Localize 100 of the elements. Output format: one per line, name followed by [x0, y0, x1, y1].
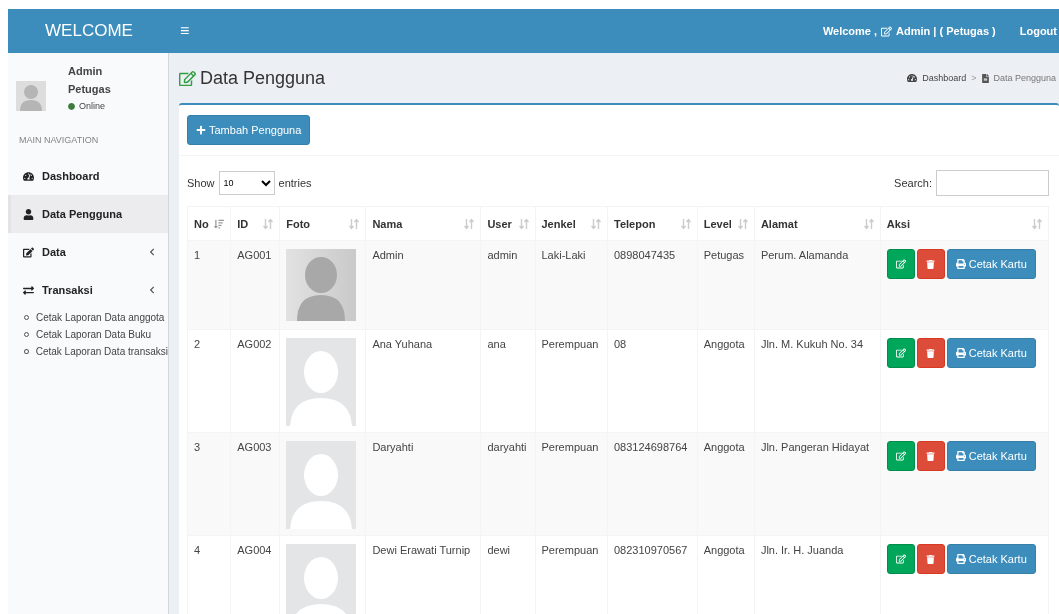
nav-item[interactable]: Data Pengguna: [8, 195, 168, 233]
edit-button[interactable]: [886, 338, 915, 368]
id-cell: AG001: [230, 240, 280, 330]
user-name: Admin: [68, 65, 104, 77]
name-cell: Ana Yuhana: [365, 329, 481, 433]
phone-cell: 08: [607, 329, 698, 433]
phone-cell: 083124698764: [607, 432, 698, 536]
breadcrumb-current: Data Pengguna: [981, 73, 1056, 83]
id-cell: AG003: [230, 432, 280, 536]
column-header[interactable]: User: [480, 206, 535, 241]
logout-link[interactable]: Logout: [1019, 25, 1057, 37]
print-card-button[interactable]: Cetak Kartu: [946, 441, 1036, 471]
edit-icon: [179, 69, 196, 87]
printer-icon: [955, 348, 966, 358]
exchange-icon: [23, 284, 34, 296]
welcome-text: Welcome ,: [822, 25, 878, 37]
column-header[interactable]: Level: [697, 206, 755, 241]
plus-icon: [196, 125, 206, 135]
sort-icon[interactable]: [737, 217, 748, 230]
show-label: Show: [187, 177, 215, 189]
chevron-icon: [148, 248, 156, 256]
avatar-photo: [286, 249, 357, 321]
name-cell: Admin: [365, 240, 481, 330]
delete-button[interactable]: [916, 441, 945, 471]
nav-item[interactable]: Dashboard: [8, 157, 168, 195]
level-cell: Anggota: [697, 432, 755, 536]
search-field[interactable]: [936, 170, 1049, 196]
username-cell: daryahti: [480, 432, 535, 536]
gender-cell: Laki-Laki: [535, 240, 608, 330]
edit-icon: [881, 25, 893, 37]
address-cell: Jln. M. Kukuh No. 34: [754, 329, 881, 433]
sort-icon[interactable]: [863, 217, 874, 230]
trash-icon: [926, 348, 936, 358]
address-cell: Perum. Alamanda: [754, 240, 881, 330]
dashboard-icon: [23, 170, 34, 182]
delete-button[interactable]: [916, 544, 945, 574]
sort-icon[interactable]: [518, 217, 529, 230]
submenu-link[interactable]: Cetak Laporan Data Buku: [36, 326, 152, 343]
brand-title: WELCOME: [44, 21, 134, 41]
level-cell: Petugas: [697, 240, 755, 330]
sort-icon[interactable]: [349, 217, 360, 230]
column-header[interactable]: No: [187, 206, 231, 241]
delete-button[interactable]: [916, 249, 945, 279]
sort-icon[interactable]: [464, 217, 475, 230]
breadcrumb-separator: >: [971, 73, 977, 83]
delete-button[interactable]: [916, 338, 945, 368]
sort-icon[interactable]: [591, 217, 601, 230]
trash-icon: [926, 259, 936, 269]
column-header[interactable]: Foto: [279, 206, 366, 241]
username-cell: ana: [480, 329, 535, 433]
printer-icon: [955, 259, 966, 269]
user-role-text: Admin | ( Petugas ): [896, 25, 996, 37]
section-heading: MAIN NAVIGATION: [18, 134, 100, 147]
sort-ascending-icon[interactable]: [214, 218, 225, 229]
edit-button[interactable]: [886, 544, 915, 574]
add-user-button[interactable]: Tambah Pengguna: [187, 115, 311, 145]
edit-button[interactable]: [886, 249, 915, 279]
user-icon: [23, 208, 34, 220]
user-role: Petugas: [68, 83, 111, 95]
submenu-link[interactable]: Cetak Laporan Data anggota: [36, 309, 165, 326]
dashboard-icon: [907, 73, 918, 83]
number-cell: 1: [187, 240, 231, 330]
breadcrumb-link[interactable]: Dashboard: [907, 73, 967, 83]
entries-label: entries: [278, 177, 312, 189]
column-header[interactable]: Jenkel: [535, 206, 608, 241]
username-cell: admin: [480, 240, 535, 330]
trash-icon: [926, 451, 936, 461]
number-cell: 4: [187, 535, 231, 614]
nav-item[interactable]: Transaksi: [8, 271, 168, 309]
file-icon: [981, 73, 991, 83]
edit-button[interactable]: [886, 441, 915, 471]
column-header[interactable]: Aksi: [880, 206, 1049, 241]
print-card-button[interactable]: Cetak Kartu: [946, 249, 1036, 279]
trash-icon: [926, 554, 936, 564]
printer-icon: [955, 451, 966, 461]
column-header[interactable]: Alamat: [754, 206, 881, 241]
page-size-select[interactable]: 10: [218, 171, 275, 195]
edit-icon: [23, 246, 34, 258]
phone-cell: 0898047435: [607, 240, 698, 330]
number-cell: 2: [187, 329, 231, 433]
edit-icon: [895, 554, 906, 564]
user-avatar: [16, 81, 46, 111]
menu-toggle[interactable]: ≡: [176, 22, 194, 40]
submenu-link[interactable]: Cetak Laporan Data transaksi: [35, 343, 168, 360]
chevron-icon: [148, 286, 156, 294]
column-header[interactable]: Telepon: [607, 206, 698, 241]
print-card-button[interactable]: Cetak Kartu: [946, 544, 1036, 574]
sort-icon[interactable]: [1032, 217, 1042, 230]
print-card-button[interactable]: Cetak Kartu: [946, 338, 1036, 368]
column-header[interactable]: Nama: [365, 206, 481, 241]
sort-icon[interactable]: [680, 217, 691, 230]
gender-cell: Perempuan: [535, 329, 608, 433]
nav-item[interactable]: Data: [8, 233, 168, 271]
status-text: Online: [79, 101, 105, 111]
sort-icon[interactable]: [263, 217, 274, 230]
printer-icon: [955, 554, 966, 564]
search-label: Search:: [894, 177, 932, 189]
number-cell: 3: [187, 432, 231, 536]
column-header[interactable]: ID: [230, 206, 280, 241]
id-cell: AG002: [230, 329, 280, 433]
